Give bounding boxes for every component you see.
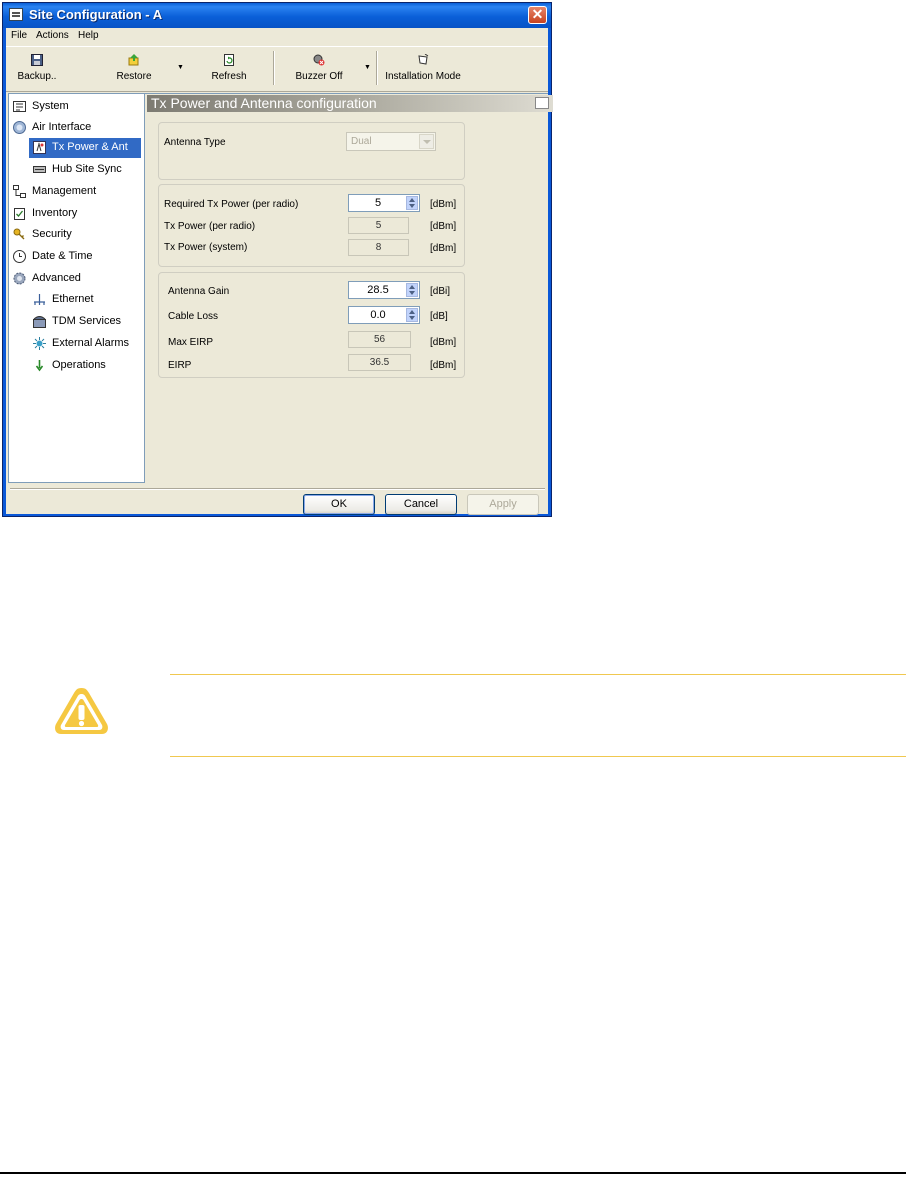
sidebar-item-management[interactable]: Management — [13, 182, 141, 202]
antenna-type-label: Antenna Type — [164, 137, 226, 148]
ethernet-icon — [34, 294, 45, 305]
sync-icon — [33, 166, 46, 173]
refresh-button[interactable]: Refresh — [204, 50, 254, 86]
unit-label: [dBi] — [430, 286, 451, 297]
panel-header: Tx Power and Antenna configuration — [147, 95, 553, 112]
restore-icon — [128, 54, 139, 66]
sidebar-item-advanced[interactable]: Advanced — [13, 269, 141, 289]
title-bar[interactable]: Site Configuration - A ✕ — [3, 3, 551, 28]
cable-loss-stepper[interactable]: 0.0 — [348, 306, 420, 324]
warning-bottom-rule — [170, 756, 906, 757]
arrow-down-icon — [35, 360, 44, 372]
unit-label: [dBm] — [430, 199, 457, 210]
unit-label: [dBm] — [430, 221, 457, 232]
tx-power-system-value: 8 — [348, 239, 409, 256]
menu-bar: File Actions Help — [6, 28, 548, 44]
apply-button[interactable]: Apply — [467, 494, 539, 515]
buzzer-icon — [313, 54, 325, 66]
restore-button[interactable]: Restore — [109, 50, 159, 86]
cable-loss-label: Cable Loss — [168, 311, 219, 322]
required-tx-power-stepper[interactable]: 5 — [348, 194, 420, 212]
ok-button[interactable]: OK — [303, 494, 375, 515]
max-eirp-label: Max EIRP — [168, 337, 214, 348]
menu-file[interactable]: File — [11, 30, 27, 41]
antenna-gain-label: Antenna Gain — [168, 286, 230, 297]
backup-button[interactable]: Backup.. — [12, 50, 62, 86]
system-icon — [13, 101, 26, 112]
antenna-icon — [535, 97, 549, 109]
antenna-icon — [33, 141, 46, 154]
floppy-disk-icon — [31, 54, 43, 66]
telephone-icon — [33, 316, 46, 328]
sidebar-item-system[interactable]: System — [13, 97, 141, 117]
app-icon — [9, 8, 23, 21]
warning-icon — [55, 688, 108, 734]
panel-title: Tx Power and Antenna configuration — [151, 95, 377, 111]
content-panel: Tx Power and Antenna configuration Anten… — [145, 93, 553, 483]
antenna-type-group: Antenna Type Dual — [158, 122, 465, 180]
menu-actions[interactable]: Actions — [36, 30, 69, 41]
unit-label: [dBm] — [430, 243, 457, 254]
required-tx-power-label: Required Tx Power (per radio) — [164, 199, 299, 210]
toolbar-separator — [376, 51, 377, 85]
unit-label: [dBm] — [430, 360, 457, 371]
restore-dropdown-arrow[interactable]: ▼ — [177, 64, 184, 71]
tx-power-per-radio-label: Tx Power (per radio) — [164, 221, 256, 232]
tx-power-system-label: Tx Power (system) — [164, 242, 248, 253]
sidebar-item-inventory[interactable]: Inventory — [13, 204, 141, 224]
close-button[interactable]: ✕ — [528, 6, 547, 24]
sidebar-item-ethernet[interactable]: Ethernet — [29, 290, 141, 310]
key-icon — [13, 228, 25, 240]
eirp-label: EIRP — [168, 360, 192, 371]
site-configuration-window: Site Configuration - A ✕ File Actions He… — [2, 2, 553, 517]
cancel-button[interactable]: Cancel — [385, 494, 457, 515]
toolbar: Backup.. Restore ▼ Refresh Buzzer Off ▼ … — [6, 46, 548, 92]
buzzer-off-button[interactable]: Buzzer Off — [292, 50, 346, 86]
globe-icon — [13, 121, 26, 134]
sidebar-item-tdm-services[interactable]: TDM Services — [29, 312, 141, 332]
network-icon — [13, 185, 26, 198]
alarm-icon — [33, 337, 46, 350]
refresh-icon — [224, 54, 234, 66]
antenna-type-select: Dual — [346, 132, 436, 151]
unit-label: [dB] — [430, 311, 448, 322]
gear-icon — [13, 272, 26, 285]
unit-label: [dBm] — [430, 337, 457, 348]
warning-top-rule — [170, 674, 906, 675]
menu-help[interactable]: Help — [78, 30, 99, 41]
buzzer-dropdown-arrow[interactable]: ▼ — [364, 64, 371, 71]
eirp-value: 36.5 — [348, 354, 411, 371]
window-title: Site Configuration - A — [29, 7, 163, 22]
sidebar-item-tx-power-ant[interactable]: Tx Power & Ant — [29, 138, 141, 158]
tx-power-per-radio-value: 5 — [348, 217, 409, 234]
antenna-gain-stepper[interactable]: 28.5 — [348, 281, 420, 299]
sidebar-item-hub-site-sync[interactable]: Hub Site Sync — [29, 160, 141, 180]
sidebar-item-operations[interactable]: Operations — [29, 356, 141, 376]
spin-arrows-icon[interactable] — [406, 308, 418, 322]
tx-power-group: Required Tx Power (per radio) 5 [dBm] Tx… — [158, 184, 465, 267]
toolbar-separator — [273, 51, 274, 85]
chevron-down-icon — [419, 134, 434, 149]
installation-mode-button[interactable]: Installation Mode — [383, 50, 463, 86]
sidebar-item-security[interactable]: Security — [13, 225, 141, 245]
sidebar-item-air-interface[interactable]: Air Interface — [13, 118, 141, 138]
sidebar-item-external-alarms[interactable]: External Alarms — [29, 334, 141, 354]
antenna-gain-group: Antenna Gain 28.5 [dBi] Cable Loss 0.0 [… — [158, 272, 465, 378]
page-footer-rule — [0, 1172, 906, 1174]
max-eirp-value: 56 — [348, 331, 411, 348]
window-client: File Actions Help Backup.. Restore ▼ Ref… — [6, 28, 553, 515]
navigation-tree: System Air Interface Tx Power & Ant Hub … — [8, 93, 145, 483]
clock-icon — [13, 250, 26, 263]
spin-arrows-icon[interactable] — [406, 283, 418, 297]
clipboard-icon — [14, 208, 25, 220]
bottom-separator — [10, 488, 545, 490]
installation-mode-icon — [418, 54, 429, 65]
sidebar-item-date-time[interactable]: Date & Time — [13, 247, 141, 267]
spin-arrows-icon[interactable] — [406, 196, 418, 210]
